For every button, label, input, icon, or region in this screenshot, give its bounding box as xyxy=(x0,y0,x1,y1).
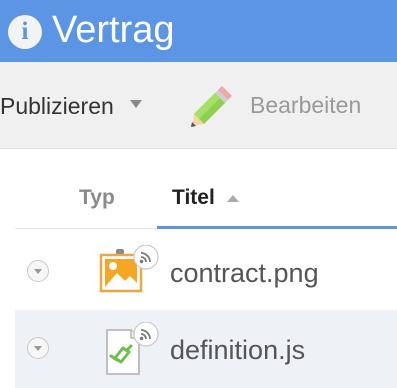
rss-feed-icon xyxy=(133,322,159,347)
file-name[interactable]: contract.png xyxy=(170,255,319,291)
column-header-titel[interactable]: Titel xyxy=(172,178,239,218)
chevron-down-icon xyxy=(129,100,142,108)
page-title: Vertrag xyxy=(52,9,175,51)
publish-dropdown-button[interactable]: Publizieren xyxy=(0,86,142,126)
table-row[interactable]: definition.js xyxy=(15,310,397,388)
publish-label: Publizieren xyxy=(0,93,114,119)
sort-ascending-icon xyxy=(226,194,239,202)
expand-toggle-icon[interactable] xyxy=(27,260,49,282)
edit-button[interactable]: Bearbeiten xyxy=(190,82,361,128)
sorted-column-indicator xyxy=(157,226,397,229)
file-name[interactable]: definition.js xyxy=(170,332,305,368)
pencil-icon xyxy=(191,86,232,127)
app-window: i Vertrag Publizieren Bearbeiten Typ Tit… xyxy=(0,0,397,388)
toolbar: Publizieren Bearbeiten xyxy=(0,62,397,149)
script-file-icon xyxy=(106,322,159,375)
title-bar: i Vertrag xyxy=(0,0,397,62)
expand-toggle-icon[interactable] xyxy=(27,337,49,359)
rss-feed-icon xyxy=(133,245,159,270)
column-header-typ[interactable]: Typ xyxy=(79,178,115,218)
image-file-icon xyxy=(99,245,159,293)
edit-label: Bearbeiten xyxy=(250,92,362,118)
info-icon[interactable]: i xyxy=(8,15,42,49)
table-row[interactable]: contract.png xyxy=(15,233,397,311)
column-header-titel-label: Titel xyxy=(172,186,215,209)
